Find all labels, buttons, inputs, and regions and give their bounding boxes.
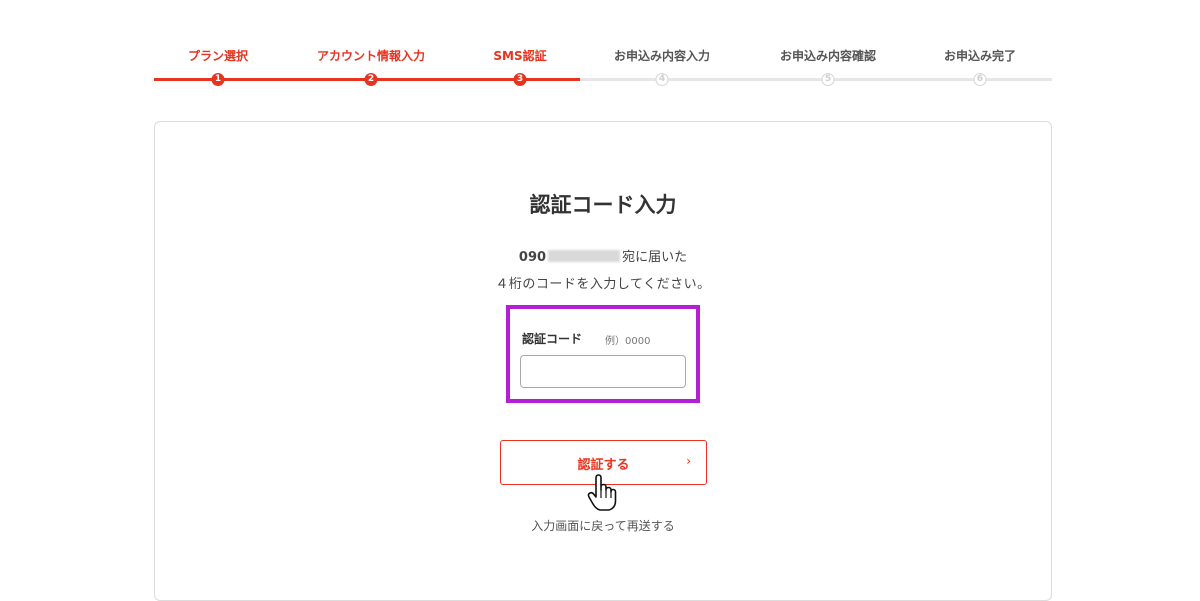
step-marker-5: 5: [821, 73, 835, 86]
step-label-account: アカウント情報入力: [316, 49, 426, 63]
masked-phone-number: [548, 250, 621, 262]
step-marker-2: 2: [364, 73, 378, 86]
verification-code-input[interactable]: [520, 355, 686, 388]
description-suffix: 宛に届いた: [622, 250, 688, 265]
step-label-complete: お申込み完了: [943, 49, 1017, 63]
verification-card: 認証コード入力 090 宛に届いた ４桁のコードを入力してください。 認証コード …: [154, 121, 1052, 601]
step-label-plan: プラン選択: [187, 49, 249, 63]
page-title: 認証コード入力: [529, 193, 677, 217]
phone-prefix: 090: [518, 250, 547, 265]
code-field-highlight: 認証コード 例）0000: [506, 305, 700, 403]
description-line-1: 090 宛に届いた: [155, 246, 1051, 265]
verify-button-label: 認証する: [577, 458, 630, 473]
step-label-confirm: お申込み内容確認: [779, 49, 877, 63]
step-marker-4: 4: [655, 73, 669, 86]
description-line-2: ４桁のコードを入力してください。: [495, 277, 711, 292]
code-field-example: 例）0000: [605, 336, 651, 347]
code-field-label: 認証コード: [522, 332, 583, 346]
chevron-right-icon: ›: [686, 454, 691, 468]
resend-link[interactable]: 入力画面に戻って再送する: [155, 517, 1051, 534]
step-label-sms: SMS認証: [493, 49, 547, 63]
step-marker-1: 1: [211, 73, 225, 86]
hand-pointer-icon: [587, 474, 617, 511]
step-marker-6: 6: [973, 73, 987, 86]
progress-steps: プラン選択 1 アカウント情報入力 2 SMS認証 3 お申込み内容入力 4 お…: [154, 44, 1052, 90]
step-label-input: お申込み内容入力: [613, 49, 711, 63]
step-marker-3: 3: [513, 73, 527, 86]
